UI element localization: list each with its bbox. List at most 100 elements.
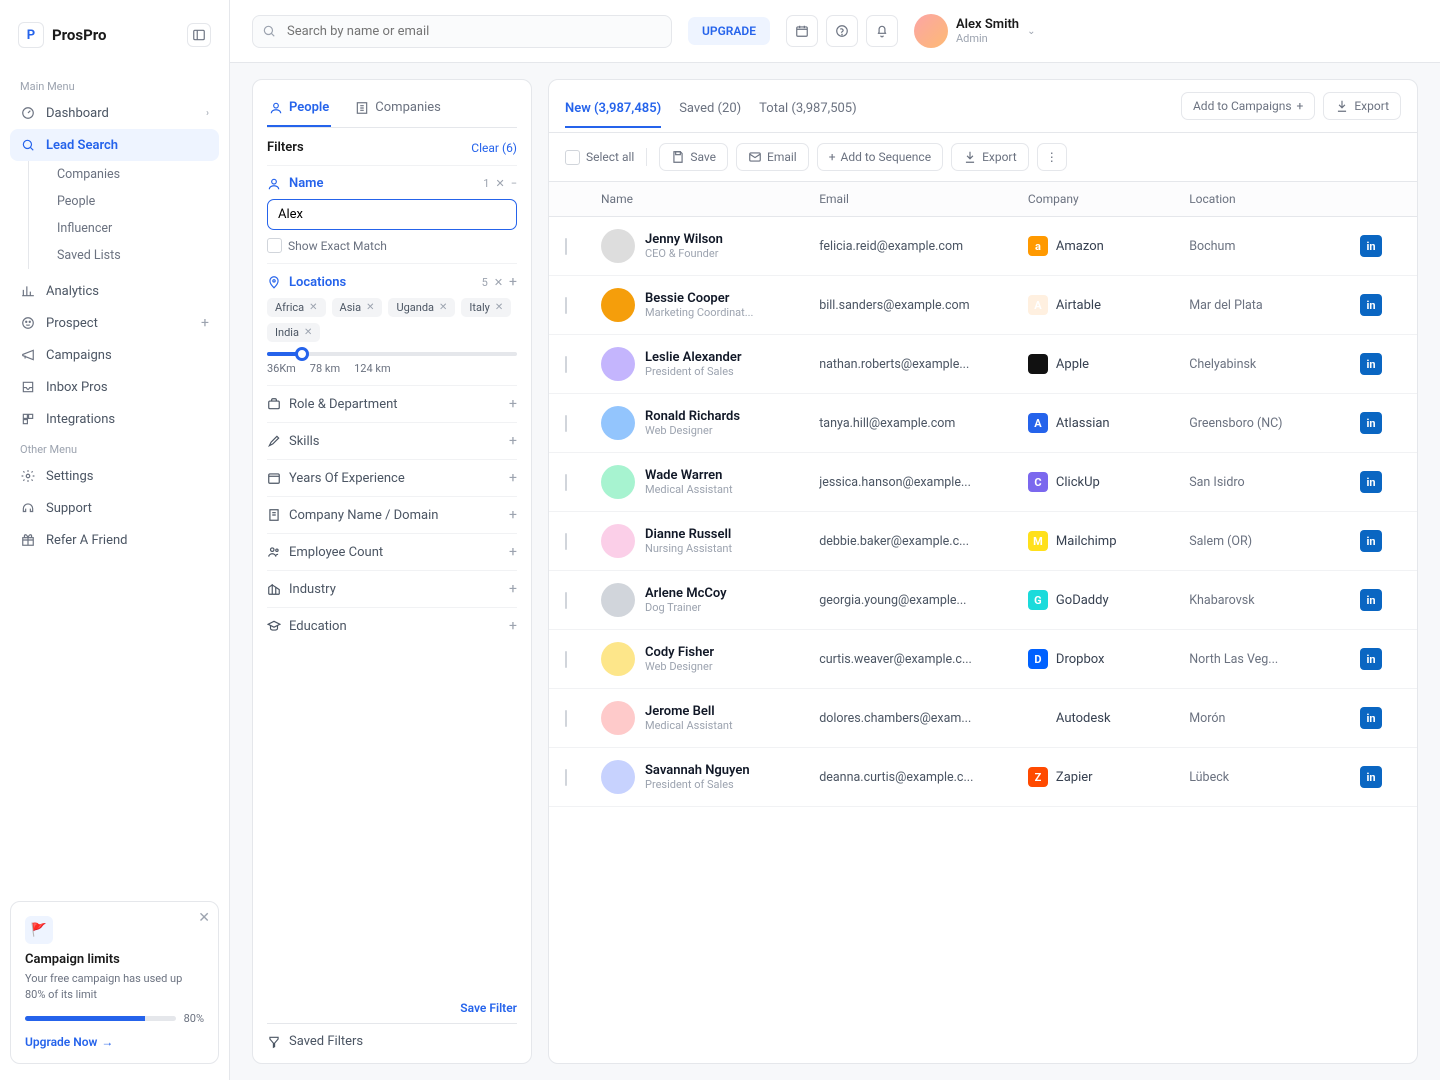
sidebar-item-inbox-pros[interactable]: Inbox Pros (10, 371, 219, 403)
linkedin-icon[interactable]: in (1360, 235, 1382, 257)
col-company[interactable]: Company (1028, 192, 1189, 206)
slider-handle[interactable] (295, 347, 309, 361)
toolbar-save-button[interactable]: Save (659, 143, 728, 171)
sidebar-sub-influencer[interactable]: Influencer (49, 215, 219, 242)
tab-new[interactable]: New (3,987,485) (565, 97, 661, 128)
filter-name-head[interactable]: Name 1✕− (267, 176, 517, 191)
row-checkbox[interactable] (565, 238, 567, 255)
linkedin-icon[interactable]: in (1360, 648, 1382, 670)
row-checkbox[interactable] (565, 769, 567, 786)
sidebar-item-support[interactable]: Support (10, 492, 219, 524)
sidebar-item-refer[interactable]: Refer A Friend (10, 524, 219, 556)
table-row[interactable]: Savannah Nguyen President of Sales deann… (549, 748, 1417, 807)
tab-companies[interactable]: Companies (353, 94, 443, 127)
row-checkbox[interactable] (565, 710, 567, 727)
distance-slider[interactable]: 36Km 78 km 124 km (267, 352, 517, 375)
tab-saved[interactable]: Saved (20) (679, 97, 741, 128)
col-location[interactable]: Location (1189, 192, 1341, 206)
save-filter-button[interactable]: Save Filter (267, 991, 517, 1015)
app-root: P ProsPro Main Menu Dashboard › Lead Sea… (0, 0, 1440, 1080)
bell-icon[interactable] (866, 15, 898, 47)
filter-row-industry[interactable]: Industry+ (267, 570, 517, 607)
table-row[interactable]: Jerome Bell Medical Assistant dolores.ch… (549, 689, 1417, 748)
chip-remove-icon[interactable]: ✕ (304, 327, 312, 338)
chip-remove-icon[interactable]: ✕ (366, 302, 374, 313)
location-chip[interactable]: India✕ (267, 323, 320, 342)
export-button[interactable]: Export (1323, 92, 1401, 120)
saved-filters-button[interactable]: Saved Filters (267, 1023, 517, 1049)
linkedin-icon[interactable]: in (1360, 412, 1382, 434)
filter-row-role[interactable]: Role & Department+ (267, 385, 517, 422)
filter-row-emp[interactable]: Employee Count+ (267, 533, 517, 570)
sidebar-item-integrations[interactable]: Integrations (10, 403, 219, 435)
chip-remove-icon[interactable]: ✕ (495, 302, 503, 313)
person-title: Web Designer (645, 660, 714, 673)
location-chip[interactable]: Italy✕ (461, 298, 511, 317)
table-row[interactable]: Bessie Cooper Marketing Coordinat... bil… (549, 276, 1417, 335)
col-email[interactable]: Email (819, 192, 1028, 206)
add-to-campaigns-button[interactable]: Add to Campaigns+ (1181, 92, 1315, 120)
toolbar-more-button[interactable]: ⋮ (1037, 143, 1067, 171)
row-checkbox[interactable] (565, 651, 567, 668)
help-icon[interactable] (826, 15, 858, 47)
row-checkbox[interactable] (565, 415, 567, 432)
table-row[interactable]: Wade Warren Medical Assistant jessica.ha… (549, 453, 1417, 512)
location-chip[interactable]: Uganda✕ (388, 298, 455, 317)
linkedin-icon[interactable]: in (1360, 353, 1382, 375)
table-row[interactable]: Ronald Richards Web Designer tanya.hill@… (549, 394, 1417, 453)
sidebar-item-campaigns[interactable]: Campaigns (10, 339, 219, 371)
filter-row-education[interactable]: Education+ (267, 607, 517, 644)
row-checkbox[interactable] (565, 592, 567, 609)
sidebar-sub-companies[interactable]: Companies (49, 161, 219, 188)
sidebar-item-prospect[interactable]: Prospect + (10, 307, 219, 339)
upgrade-button[interactable]: UPGRADE (688, 17, 770, 45)
table-row[interactable]: Arlene McCoy Dog Trainer georgia.young@e… (549, 571, 1417, 630)
calendar-icon[interactable] (786, 15, 818, 47)
upgrade-now-link[interactable]: Upgrade Now→ (25, 1035, 204, 1049)
toolbar-add-sequence-button[interactable]: +Add to Sequence (817, 143, 943, 171)
chip-remove-icon[interactable]: ✕ (439, 302, 447, 313)
filter-row-company[interactable]: Company Name / Domain+ (267, 496, 517, 533)
tab-total[interactable]: Total (3,987,505) (759, 97, 857, 128)
user-menu[interactable]: Alex Smith Admin ⌄ (914, 14, 1035, 48)
sidebar-item-settings[interactable]: Settings (10, 460, 219, 492)
linkedin-icon[interactable]: in (1360, 707, 1382, 729)
location-chip[interactable]: Asia✕ (332, 298, 383, 317)
row-checkbox[interactable] (565, 356, 567, 373)
linkedin-icon[interactable]: in (1360, 471, 1382, 493)
sidebar-sub-saved-lists[interactable]: Saved Lists (49, 242, 219, 269)
sidebar-item-dashboard[interactable]: Dashboard › (10, 97, 219, 129)
sidebar-sub-people[interactable]: People (49, 188, 219, 215)
toolbar-export-button[interactable]: Export (951, 143, 1029, 171)
filter-row-skills[interactable]: Skills+ (267, 422, 517, 459)
close-icon[interactable]: ✕ (198, 910, 210, 926)
linkedin-icon[interactable]: in (1360, 589, 1382, 611)
toolbar-email-button[interactable]: Email (736, 143, 809, 171)
table-row[interactable]: Jenny Wilson CEO & Founder felicia.reid@… (549, 217, 1417, 276)
tab-people[interactable]: People (267, 94, 331, 127)
exact-match-checkbox[interactable]: Show Exact Match (267, 238, 517, 253)
sidebar-item-lead-search[interactable]: Lead Search (10, 129, 219, 161)
col-name[interactable]: Name (601, 192, 819, 206)
person-email: debbie.baker@example.c... (819, 534, 1028, 549)
row-checkbox[interactable] (565, 474, 567, 491)
table-row[interactable]: Cody Fisher Web Designer curtis.weaver@e… (549, 630, 1417, 689)
linkedin-icon[interactable]: in (1360, 530, 1382, 552)
clear-filters[interactable]: Clear (6) (471, 141, 517, 155)
chip-remove-icon[interactable]: ✕ (309, 302, 317, 313)
sidebar-collapse-button[interactable] (187, 23, 211, 47)
filter-row-yoe[interactable]: Years Of Experience+ (267, 459, 517, 496)
search-input[interactable] (252, 15, 672, 48)
plus-icon[interactable]: + (201, 315, 209, 331)
sidebar-item-analytics[interactable]: Analytics (10, 275, 219, 307)
row-checkbox[interactable] (565, 297, 567, 314)
name-filter-input[interactable] (267, 199, 517, 230)
linkedin-icon[interactable]: in (1360, 294, 1382, 316)
table-row[interactable]: Dianne Russell Nursing Assistant debbie.… (549, 512, 1417, 571)
table-row[interactable]: Leslie Alexander President of Sales nath… (549, 335, 1417, 394)
select-all-checkbox[interactable]: Select all (565, 150, 634, 165)
filter-locations-head[interactable]: Locations 5✕+ (267, 274, 517, 290)
linkedin-icon[interactable]: in (1360, 766, 1382, 788)
location-chip[interactable]: Africa✕ (267, 298, 326, 317)
row-checkbox[interactable] (565, 533, 567, 550)
